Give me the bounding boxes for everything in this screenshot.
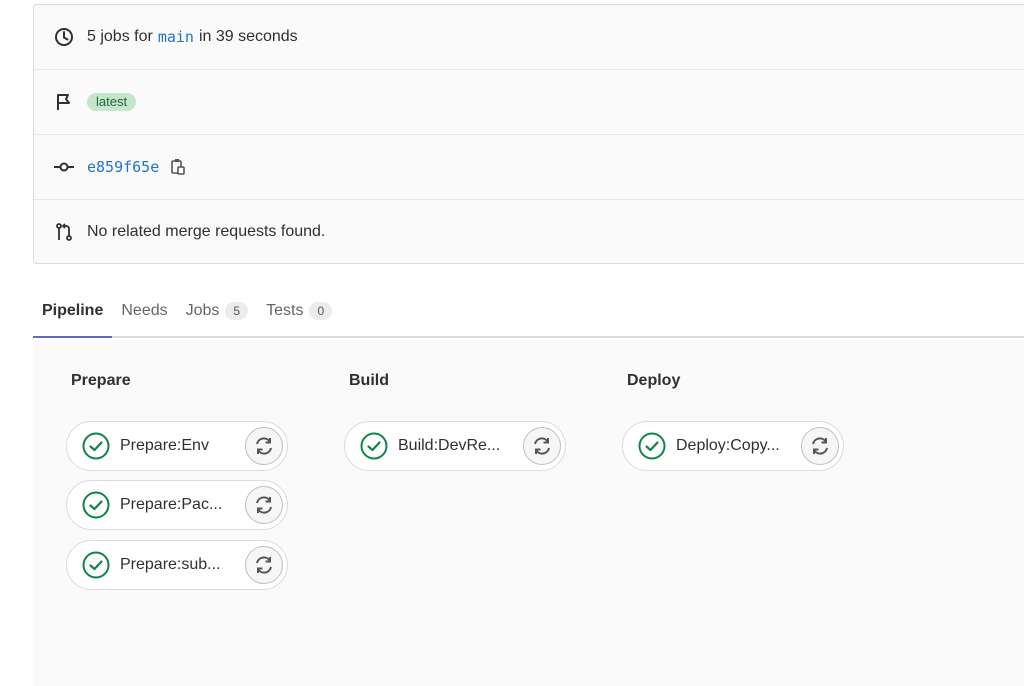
tab-jobs[interactable]: Jobs 5 [177, 286, 257, 336]
status-success-icon [638, 432, 666, 460]
status-success-icon [82, 491, 110, 519]
flag-icon [53, 91, 75, 113]
job-item[interactable]: Prepare:Env [66, 421, 288, 471]
tab-pipeline[interactable]: Pipeline [33, 286, 113, 338]
tab-label: Jobs [185, 302, 220, 319]
duration-text: in 39 seconds [198, 28, 298, 45]
jobs-count-badge: 5 [225, 302, 249, 320]
tab-tests[interactable]: Tests 0 [257, 286, 341, 336]
badge-row: latest [34, 70, 1024, 135]
job-item[interactable]: Prepare:Pac... [66, 480, 288, 530]
pipeline-graph: Prepare Prepare:Env Prepare:Pac... Prepa… [33, 340, 1024, 686]
merge-request-text: No related merge requests found. [87, 223, 326, 240]
retry-icon [256, 556, 272, 574]
retry-button[interactable] [523, 427, 561, 465]
tab-needs[interactable]: Needs [112, 286, 176, 336]
commit-row: e859f65e [34, 135, 1024, 200]
branch-link[interactable]: main [158, 28, 194, 46]
retry-button[interactable] [801, 427, 839, 465]
job-item[interactable]: Deploy:Copy... [622, 421, 844, 471]
latest-badge: latest [87, 93, 137, 111]
retry-icon [534, 437, 550, 455]
stage-title: Deploy [627, 372, 681, 389]
retry-button[interactable] [245, 486, 283, 524]
tab-label: Needs [121, 302, 168, 319]
merge-request-row: No related merge requests found. [34, 200, 1024, 264]
status-success-icon [82, 551, 110, 579]
jobs-count-text: 5 jobs for [87, 28, 153, 45]
duration-row: 5 jobs for main in 39 seconds [34, 5, 1024, 70]
retry-button[interactable] [245, 427, 283, 465]
job-name: Prepare:Env [120, 437, 209, 454]
stage-title: Build [349, 372, 389, 389]
merge-request-icon [53, 221, 75, 243]
job-name: Prepare:Pac... [120, 496, 223, 513]
copy-icon[interactable] [169, 157, 187, 177]
job-name: Prepare:sub... [120, 556, 221, 573]
retry-button[interactable] [245, 546, 283, 584]
pipeline-tabs: Pipeline Needs Jobs 5 Tests 0 [33, 286, 1024, 338]
status-success-icon [360, 432, 388, 460]
retry-icon [256, 496, 272, 514]
job-name: Build:DevRe... [398, 437, 501, 454]
tab-label: Pipeline [42, 302, 104, 319]
tests-count-badge: 0 [309, 302, 333, 320]
stage-title: Prepare [71, 372, 131, 389]
pipeline-info-card: 5 jobs for main in 39 seconds latest e85… [33, 4, 1024, 264]
tab-label: Tests [266, 302, 304, 319]
retry-icon [256, 437, 272, 455]
clock-icon [53, 26, 75, 48]
job-item[interactable]: Prepare:sub... [66, 540, 288, 590]
status-success-icon [82, 432, 110, 460]
job-item[interactable]: Build:DevRe... [344, 421, 566, 471]
commit-sha-link[interactable]: e859f65e [87, 158, 159, 176]
retry-icon [812, 437, 828, 455]
commit-icon [53, 156, 75, 178]
job-name: Deploy:Copy... [676, 437, 780, 454]
